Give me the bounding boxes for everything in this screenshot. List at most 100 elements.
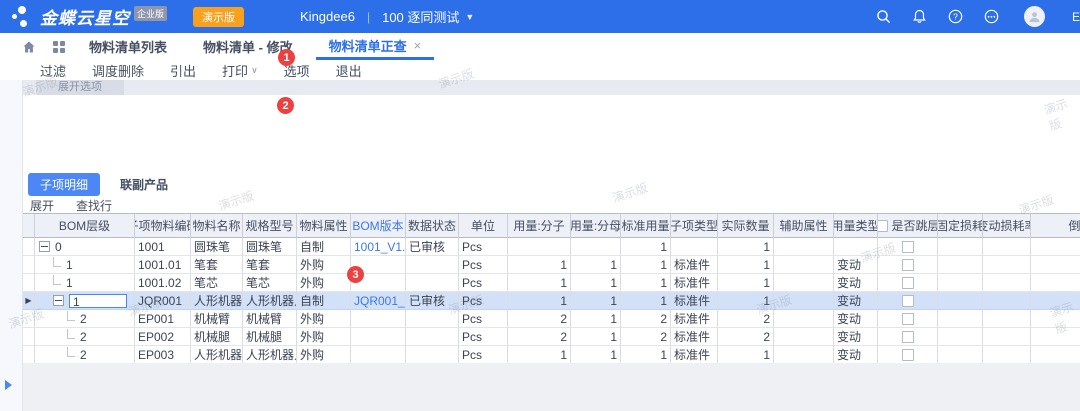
- cell-spec[interactable]: 机械臂: [243, 310, 297, 328]
- cell-varloss[interactable]: [983, 256, 1031, 274]
- table-row[interactable]: 2EP002机械腿机械腿外购Pcs212标准件2变动: [23, 328, 1080, 346]
- cell-status[interactable]: 已审核: [406, 238, 459, 256]
- print-button[interactable]: 打印∨: [222, 61, 258, 80]
- expand-button[interactable]: 展开: [30, 197, 54, 214]
- cell-name[interactable]: 笔芯: [191, 274, 243, 292]
- filter-button[interactable]: 过滤: [40, 61, 66, 80]
- cell-indicator[interactable]: [23, 256, 35, 274]
- cell-attr[interactable]: 外购: [297, 328, 351, 346]
- cell-utype[interactable]: 变动: [834, 274, 878, 292]
- cell-num[interactable]: [508, 238, 571, 256]
- cell-ctype[interactable]: 标准件: [671, 328, 718, 346]
- cell-std[interactable]: 1: [621, 346, 671, 364]
- cell-indicator[interactable]: [23, 328, 35, 346]
- cell-spec[interactable]: 笔芯: [243, 274, 297, 292]
- cell-aux[interactable]: [774, 310, 834, 328]
- cell-den[interactable]: 1: [571, 346, 621, 364]
- cell-spec[interactable]: 机械腿: [243, 328, 297, 346]
- cell-indicator[interactable]: [23, 238, 35, 256]
- cell-unit[interactable]: Pcs: [459, 256, 508, 274]
- cell-den[interactable]: 1: [571, 328, 621, 346]
- cell-name[interactable]: 人形机器人: [191, 292, 243, 310]
- checkbox-icon[interactable]: [902, 295, 914, 307]
- checkbox-icon[interactable]: [902, 349, 914, 361]
- cell-level[interactable]: 1: [35, 292, 135, 310]
- cell-level[interactable]: 2: [35, 310, 135, 328]
- checkbox-icon[interactable]: [902, 259, 914, 271]
- cell-extra[interactable]: [1031, 274, 1080, 292]
- cell-aux[interactable]: [774, 346, 834, 364]
- cell-utype[interactable]: 变动: [834, 292, 878, 310]
- cell-status[interactable]: [406, 328, 459, 346]
- cell-utype[interactable]: 变动: [834, 256, 878, 274]
- cell-skip[interactable]: [878, 310, 938, 328]
- cell-aux[interactable]: [774, 238, 834, 256]
- cell-attr[interactable]: 自制: [297, 238, 351, 256]
- cell-extra[interactable]: [1031, 238, 1080, 256]
- cell-name[interactable]: 机械臂: [191, 310, 243, 328]
- cell-status[interactable]: [406, 256, 459, 274]
- checkbox-icon[interactable]: [902, 331, 914, 343]
- cell-spec[interactable]: 笔套: [243, 256, 297, 274]
- cell-utype[interactable]: 变动: [834, 310, 878, 328]
- cell-spec[interactable]: 人形机器人电池: [243, 346, 297, 364]
- cell-ctype[interactable]: 标准件: [671, 274, 718, 292]
- org-caret-icon[interactable]: ▼: [465, 12, 474, 22]
- cell-aux[interactable]: [774, 292, 834, 310]
- cell-indicator[interactable]: [23, 274, 35, 292]
- cell-indicator[interactable]: [23, 310, 35, 328]
- cell-varloss[interactable]: [983, 310, 1031, 328]
- cell-level[interactable]: 0: [35, 238, 135, 256]
- cell-attr[interactable]: 外购: [297, 310, 351, 328]
- cell-std[interactable]: 1: [621, 274, 671, 292]
- table-row[interactable]: ▶1JQR001人形机器人人形机器人自制JQR001_V1.0已审核Pcs111…: [23, 292, 1080, 310]
- cell-name[interactable]: 笔套: [191, 256, 243, 274]
- checkbox-icon[interactable]: [878, 220, 888, 232]
- cell-unit[interactable]: Pcs: [459, 346, 508, 364]
- find-row-button[interactable]: 查找行: [76, 197, 112, 214]
- cell-code[interactable]: 1001.01: [135, 256, 191, 274]
- cell-ctype[interactable]: 标准件: [671, 292, 718, 310]
- apps-grid-icon[interactable]: [52, 40, 66, 54]
- cell-level[interactable]: 2: [35, 346, 135, 364]
- cell-varloss[interactable]: [983, 238, 1031, 256]
- cell-code[interactable]: 1001.02: [135, 274, 191, 292]
- cell-bom_version[interactable]: [351, 310, 406, 328]
- cell-unit[interactable]: Pcs: [459, 328, 508, 346]
- cell-status[interactable]: [406, 274, 459, 292]
- export-button[interactable]: 引出: [170, 61, 196, 80]
- cell-attr[interactable]: 外购: [297, 274, 351, 292]
- cell-actual[interactable]: 2: [718, 310, 774, 328]
- cell-attr[interactable]: 外购: [297, 346, 351, 364]
- cell-bom_version[interactable]: 1001_V1.0: [351, 238, 406, 256]
- cell-std[interactable]: 2: [621, 328, 671, 346]
- cell-bom_version[interactable]: [351, 328, 406, 346]
- collapse-node-icon[interactable]: [39, 241, 50, 252]
- cell-unit[interactable]: Pcs: [459, 310, 508, 328]
- cell-fixed[interactable]: [938, 310, 983, 328]
- cell-varloss[interactable]: [983, 292, 1031, 310]
- tab-bom-list[interactable]: 物料清单列表: [76, 33, 180, 60]
- checkbox-icon[interactable]: [902, 277, 914, 289]
- subtab-byproduct[interactable]: 联副产品: [120, 176, 168, 193]
- checkbox-icon[interactable]: [902, 241, 914, 253]
- cell-skip[interactable]: [878, 238, 938, 256]
- cell-num[interactable]: 1: [508, 274, 571, 292]
- column-header-skip[interactable]: 是否跳层: [878, 214, 938, 238]
- cell-varloss[interactable]: [983, 328, 1031, 346]
- cell-code[interactable]: EP002: [135, 328, 191, 346]
- collapse-node-icon[interactable]: [53, 295, 64, 306]
- cell-attr[interactable]: 自制: [297, 292, 351, 310]
- table-row[interactable]: 2EP001机械臂机械臂外购Pcs212标准件2变动: [23, 310, 1080, 328]
- cell-skip[interactable]: [878, 346, 938, 364]
- cell-den[interactable]: 1: [571, 310, 621, 328]
- schedule-delete-button[interactable]: 调度删除: [92, 61, 144, 80]
- cell-skip[interactable]: [878, 328, 938, 346]
- cell-utype[interactable]: 变动: [834, 346, 878, 364]
- cell-std[interactable]: 1: [621, 292, 671, 310]
- cell-actual[interactable]: 1: [718, 256, 774, 274]
- cell-extra[interactable]: [1031, 256, 1080, 274]
- cell-fixed[interactable]: [938, 328, 983, 346]
- subtab-child-detail[interactable]: 子项明细: [28, 173, 100, 196]
- cell-ctype[interactable]: 标准件: [671, 346, 718, 364]
